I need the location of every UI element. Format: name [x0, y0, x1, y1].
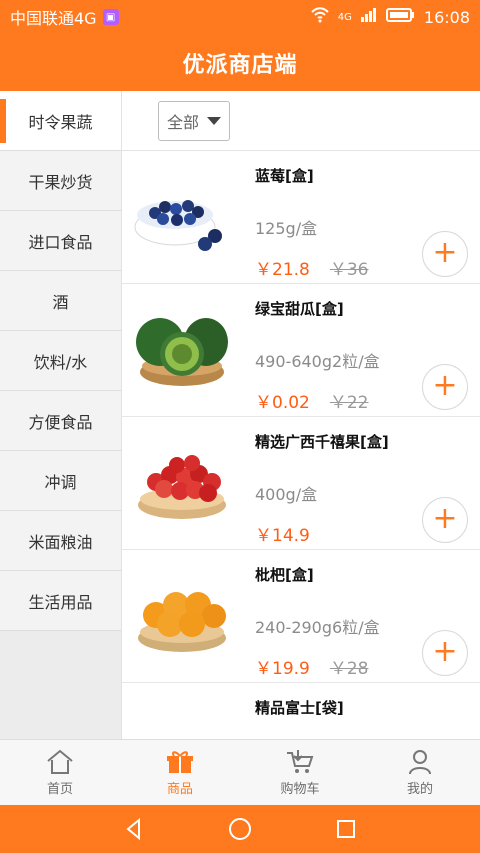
- product-spec: 240-290g6粒/盒: [255, 618, 380, 637]
- product-price: ￥0.02: [255, 393, 310, 413]
- product-list: 蓝莓[盒] 125g/盒 ￥21.8 ￥36 + 绿宝甜瓜[盒] 490-640…: [122, 151, 480, 739]
- plus-icon: +: [432, 501, 458, 536]
- user-icon: [409, 750, 431, 775]
- chevron-down-icon: [207, 116, 221, 125]
- add-to-cart-button[interactable]: +: [422, 630, 468, 676]
- product-spec: 490-640g2粒/盒: [255, 352, 380, 371]
- bottom-tab-bar: 首页 商品 购物车 我的: [0, 739, 480, 805]
- network-type: 4G: [337, 11, 352, 23]
- sidebar-item-label: 饮料/水: [33, 352, 88, 372]
- sidebar-item-label: 生活用品: [28, 592, 93, 612]
- product-name: 精品富士[袋]: [255, 699, 344, 717]
- sidebar-item-label: 冲调: [44, 472, 77, 492]
- product-old-price: ￥36: [329, 260, 369, 280]
- green-melon-icon: [136, 318, 228, 386]
- status-right: 4G 16:08: [310, 7, 470, 27]
- back-icon[interactable]: [117, 812, 151, 846]
- product-card[interactable]: 绿宝甜瓜[盒] 490-640g2粒/盒 ￥0.02 ￥22 +: [122, 284, 480, 417]
- status-bar: 中国联通4G ▣ 4G 16:08: [0, 0, 480, 34]
- sidebar-item-label: 方便食品: [28, 412, 93, 432]
- product-card[interactable]: 精选广西千禧果[盒] 400g/盒 ￥14.9 +: [122, 417, 480, 550]
- add-to-cart-button[interactable]: +: [422, 231, 468, 277]
- wifi-icon: [310, 7, 330, 27]
- sidebar-item-label: 酒: [52, 292, 69, 312]
- sidebar-filler: [0, 631, 121, 739]
- sidebar-item-rice-noodles-oil[interactable]: 米面粮油: [0, 511, 121, 571]
- product-prices: ￥21.8 ￥36: [255, 255, 369, 280]
- status-left: 中国联通4G ▣: [10, 5, 119, 29]
- gift-box-icon: [167, 751, 193, 773]
- plus-icon: +: [432, 634, 458, 669]
- tab-label: 我的: [406, 782, 433, 797]
- sidebar-item-seasonal-fruits-vegetables[interactable]: 时令果蔬: [0, 91, 121, 151]
- product-old-price: ￥28: [329, 659, 369, 679]
- sidebar-item-label: 米面粮油: [28, 532, 93, 552]
- product-name: 蓝莓[盒]: [255, 167, 314, 185]
- product-price: ￥14.9: [255, 526, 310, 546]
- product-price: ￥19.9: [255, 659, 310, 679]
- recents-icon[interactable]: [329, 812, 363, 846]
- filter-row: 全部: [122, 91, 480, 151]
- sidebar-item-brewed-drinks[interactable]: 冲调: [0, 451, 121, 511]
- tab-label: 首页: [46, 782, 73, 797]
- product-prices: ￥14.9: [255, 521, 310, 546]
- tab-label: 商品: [166, 782, 193, 797]
- sidebar-item-dried-fruits-nuts[interactable]: 干果炒货: [0, 151, 121, 211]
- product-name: 绿宝甜瓜[盒]: [255, 300, 344, 318]
- tab-profile[interactable]: 我的: [360, 740, 480, 805]
- tab-home[interactable]: 首页: [0, 740, 120, 805]
- sidebar-item-instant-food[interactable]: 方便食品: [0, 391, 121, 451]
- product-price: ￥21.8: [255, 260, 310, 280]
- sidebar-item-imported-food[interactable]: 进口食品: [0, 211, 121, 271]
- loquat-basket-icon: [138, 592, 226, 652]
- apple-bag-icon: [132, 701, 234, 739]
- product-card[interactable]: 精品富士[袋]: [122, 683, 480, 739]
- tab-label: 购物车: [280, 782, 320, 797]
- plus-icon: +: [432, 235, 458, 270]
- app-notification-icon: ▣: [102, 9, 119, 25]
- product-spec: 400g/盒: [255, 485, 318, 504]
- product-prices: ￥0.02 ￥22: [255, 388, 369, 413]
- blueberry-bowl-icon: [134, 200, 222, 251]
- system-navigation-bar: [0, 805, 480, 853]
- add-to-cart-button[interactable]: +: [422, 364, 468, 410]
- home-circle-icon[interactable]: [223, 812, 257, 846]
- product-spec: 125g/盒: [255, 219, 318, 238]
- sidebar-item-daily-supplies[interactable]: 生活用品: [0, 571, 121, 631]
- product-old-price: ￥22: [329, 393, 369, 413]
- cherry-tomato-basket-icon: [138, 455, 226, 519]
- battery-icon: [385, 7, 416, 27]
- signal-icon: [360, 7, 378, 27]
- filter-dropdown[interactable]: 全部: [158, 100, 230, 141]
- tab-cart[interactable]: 购物车: [240, 740, 360, 805]
- product-card[interactable]: 蓝莓[盒] 125g/盒 ￥21.8 ￥36 +: [122, 151, 480, 284]
- category-sidebar: 时令果蔬 干果炒货 进口食品 酒 饮料/水 方便食品 冲调 米面粮油 生活用品: [0, 91, 122, 739]
- sidebar-item-label: 干果炒货: [28, 172, 93, 192]
- sidebar-item-drinks-water[interactable]: 饮料/水: [0, 331, 121, 391]
- header-bar: 优派商店端: [0, 34, 480, 91]
- product-name: 精选广西千禧果[盒]: [255, 433, 389, 451]
- home-icon: [47, 749, 73, 774]
- page-title: 优派商店端: [182, 52, 298, 78]
- add-to-cart-button[interactable]: +: [422, 497, 468, 543]
- cart-icon: [287, 750, 314, 773]
- plus-icon: +: [432, 368, 458, 403]
- product-name: 枇杷[盒]: [255, 566, 314, 584]
- carrier-text: 中国联通4G: [10, 9, 97, 28]
- product-prices: ￥19.9 ￥28: [255, 654, 369, 679]
- filter-dropdown-label: 全部: [167, 112, 200, 132]
- tab-products[interactable]: 商品: [120, 740, 240, 805]
- sidebar-item-label: 进口食品: [28, 232, 93, 252]
- product-panel: 全部 蓝莓[盒] 125g/盒 ￥21.8 ￥36 + 绿宝甜瓜[盒] 490-…: [122, 91, 480, 739]
- status-time: 16:08: [423, 7, 470, 27]
- sidebar-item-wine[interactable]: 酒: [0, 271, 121, 331]
- sidebar-item-label: 时令果蔬: [28, 112, 93, 132]
- product-card[interactable]: 枇杷[盒] 240-290g6粒/盒 ￥19.9 ￥28 +: [122, 550, 480, 683]
